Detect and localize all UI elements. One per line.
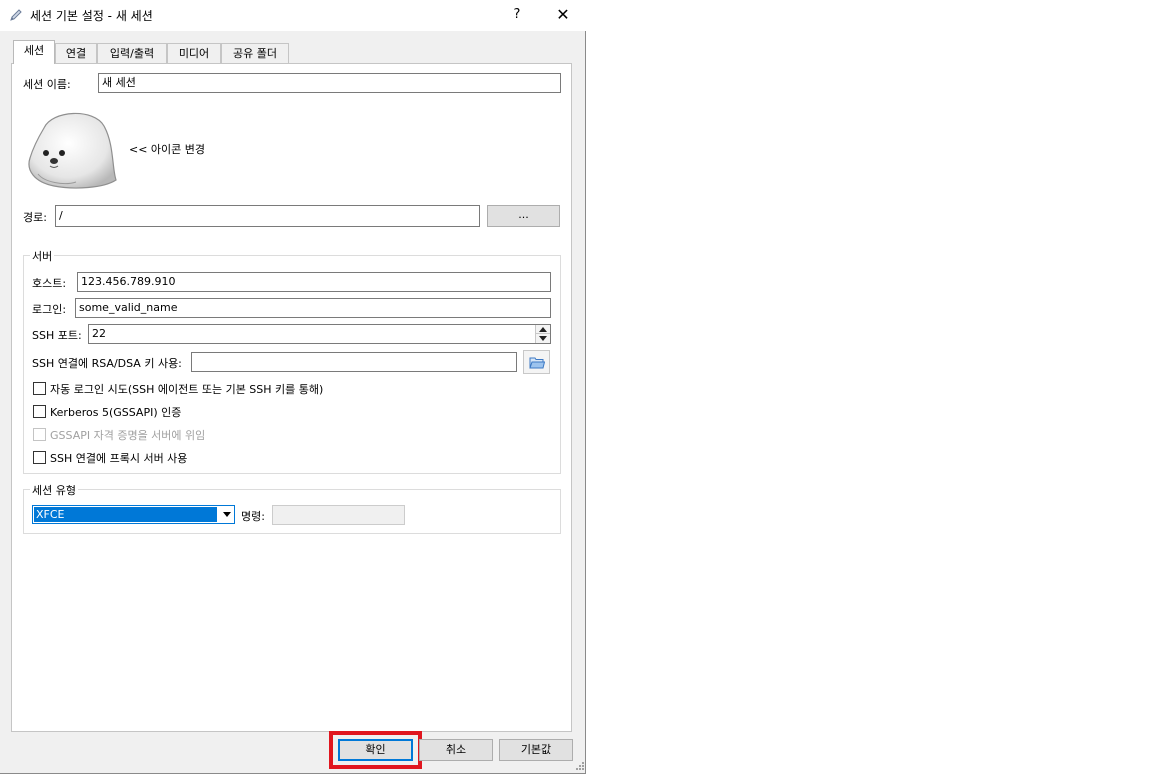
spin-down-icon[interactable] [539,336,547,341]
title-bar: 세션 기본 설정 - 새 세션 ? ✕ [0,0,586,31]
spin-divider [536,333,550,334]
rsa-key-input[interactable] [191,352,517,372]
rsa-key-label: SSH 연결에 RSA/DSA 키 사용: [32,357,182,370]
chevron-down-icon[interactable] [223,512,231,517]
port-spinner[interactable] [535,325,550,343]
ssh-port-spinbox[interactable]: 22 [88,324,551,344]
ok-button-highlight [329,731,422,769]
session-name-input[interactable]: 새 세션 [98,73,561,93]
resize-grip-icon[interactable] [573,761,585,773]
change-icon-label[interactable]: << 아이콘 변경 [129,141,205,157]
host-label: 호스트: [32,277,67,290]
browse-key-button[interactable] [523,350,550,374]
login-input[interactable]: some_valid_name [75,298,551,318]
kerberos-checkbox[interactable] [33,405,46,418]
session-type-select[interactable]: XFCE [32,505,235,524]
session-preferences-dialog: 세션 기본 설정 - 새 세션 ? ✕ 세션 연결 입력/출력 미디어 공유 폴… [0,0,586,774]
folder-open-icon [529,357,545,369]
auto-login-label[interactable]: 자동 로그인 시도(SSH 에이전트 또는 기본 SSH 키를 통해) [50,381,323,397]
help-button[interactable]: ? [496,0,538,31]
login-label: 로그인: [32,303,67,316]
ssh-port-label: SSH 포트: [32,329,82,342]
host-input[interactable]: 123.456.789.910 [77,272,551,292]
auto-login-checkbox[interactable] [33,382,46,395]
tab-media[interactable]: 미디어 [167,43,221,63]
command-label: 명령: [241,510,265,523]
proxy-checkbox[interactable] [33,451,46,464]
pencil-icon [10,9,22,21]
tab-input-output[interactable]: 입력/출력 [97,43,167,63]
session-type-value: XFCE [36,508,65,521]
kerberos-label[interactable]: Kerberos 5(GSSAPI) 인증 [50,404,181,420]
close-button[interactable]: ✕ [540,0,586,31]
session-name-label: 세션 이름: [23,78,71,91]
path-label: 경로: [23,211,47,224]
gssapi-delegate-label: GSSAPI 자격 증명을 서버에 위임 [50,429,206,442]
path-input[interactable]: / [55,205,480,227]
tab-session[interactable]: 세션 [13,40,55,64]
defaults-button[interactable]: 기본값 [499,739,573,761]
cancel-button[interactable]: 취소 [419,739,493,761]
proxy-label[interactable]: SSH 연결에 프록시 서버 사용 [50,450,187,466]
browse-path-button[interactable]: ... [487,205,560,227]
tab-shared-folders[interactable]: 공유 폴더 [221,43,289,63]
server-group-title: 서버 [30,248,55,264]
tab-connection[interactable]: 연결 [55,43,97,63]
spin-up-icon[interactable] [539,327,547,332]
seal-icon[interactable] [24,108,120,190]
gssapi-delegate-checkbox [33,428,46,441]
command-input [272,505,405,525]
window-title: 세션 기본 설정 - 새 세션 [30,9,153,23]
session-type-group-title: 세션 유형 [30,482,78,498]
